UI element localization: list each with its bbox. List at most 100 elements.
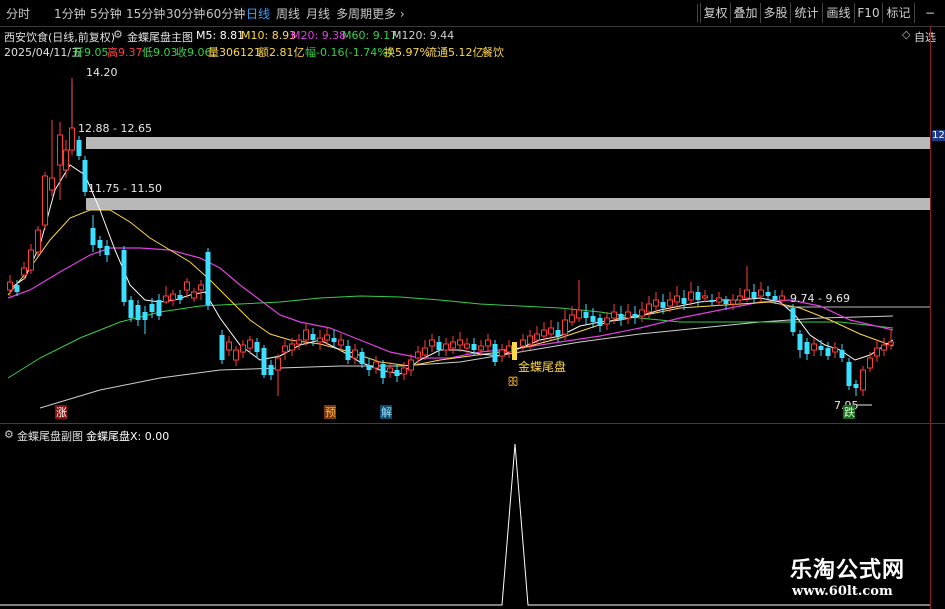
candle[interactable] (191, 288, 197, 302)
candle[interactable] (737, 288, 743, 306)
candle[interactable] (135, 300, 141, 326)
candle[interactable] (42, 172, 48, 230)
candle[interactable] (457, 332, 463, 352)
candle[interactable] (632, 306, 638, 324)
tab-1min[interactable]: 1分钟 (54, 5, 86, 22)
candle[interactable] (282, 340, 288, 360)
candle[interactable] (499, 344, 505, 362)
candle[interactable] (142, 306, 148, 334)
overlay-button[interactable]: 叠加 (730, 3, 760, 23)
candle[interactable] (275, 354, 281, 396)
candle[interactable] (345, 340, 351, 364)
candle[interactable] (818, 340, 824, 356)
f10-button[interactable]: F10 (854, 3, 882, 23)
candle[interactable] (804, 338, 810, 360)
candle[interactable] (702, 290, 708, 302)
candle[interactable] (846, 358, 852, 390)
candle[interactable] (867, 352, 873, 372)
candle[interactable] (576, 280, 582, 322)
candle[interactable] (639, 302, 645, 322)
candle[interactable] (261, 345, 267, 378)
candle[interactable] (90, 215, 96, 252)
candle[interactable] (436, 336, 442, 356)
candle[interactable] (832, 342, 838, 358)
tab-5min[interactable]: 5分钟 (90, 5, 122, 22)
candle[interactable] (860, 366, 866, 396)
candle[interactable] (156, 294, 162, 320)
draw-line-button[interactable]: 画线 (822, 3, 854, 23)
candle[interactable] (583, 304, 589, 324)
candle[interactable] (7, 275, 13, 296)
candle[interactable] (233, 346, 239, 366)
candle[interactable] (57, 122, 63, 200)
candle[interactable] (387, 362, 393, 378)
statistics-button[interactable]: 统计 (790, 3, 822, 23)
candle[interactable] (751, 284, 757, 304)
candle[interactable] (681, 290, 687, 310)
candle[interactable] (352, 344, 358, 364)
candle[interactable] (811, 338, 817, 356)
multi-stock-button[interactable]: 多股 (760, 3, 790, 23)
candle[interactable] (485, 334, 491, 352)
candle[interactable] (219, 330, 225, 364)
candle[interactable] (716, 292, 722, 306)
main-kline-chart[interactable]: 14.20 12.88 - 12.65 11.75 - 11.50 9.74 -… (0, 26, 930, 423)
candle[interactable] (853, 380, 859, 396)
candle[interactable] (63, 140, 69, 178)
candle[interactable] (317, 330, 323, 350)
candle[interactable] (198, 280, 204, 300)
candle[interactable] (429, 334, 435, 352)
tab-60min[interactable]: 60分钟 (206, 5, 245, 22)
minimize-button[interactable]: − (914, 3, 945, 23)
candle[interactable] (28, 244, 34, 274)
candle[interactable] (534, 326, 540, 346)
candle[interactable] (709, 294, 715, 306)
candle[interactable] (49, 120, 55, 196)
candle[interactable] (874, 340, 880, 362)
candle[interactable] (825, 342, 831, 360)
candle[interactable] (380, 360, 386, 384)
candle[interactable] (268, 360, 274, 380)
candle[interactable] (82, 156, 88, 196)
candle[interactable] (205, 248, 211, 310)
candle[interactable] (653, 292, 659, 312)
candle[interactable] (881, 338, 887, 356)
tab-15min[interactable]: 15分钟 (126, 5, 165, 22)
candle[interactable] (506, 340, 512, 358)
candle[interactable] (97, 236, 103, 256)
candle[interactable] (839, 344, 845, 362)
candle[interactable] (35, 226, 41, 256)
candle[interactable] (790, 304, 796, 336)
candle[interactable] (226, 336, 232, 356)
tab-day[interactable]: 日线 (246, 5, 270, 22)
tab-month[interactable]: 月线 (306, 5, 330, 22)
candle[interactable] (744, 266, 750, 302)
candle[interactable] (450, 336, 456, 354)
candle[interactable] (240, 340, 246, 358)
candle[interactable] (296, 334, 302, 350)
candle[interactable] (520, 334, 526, 352)
candle[interactable] (443, 338, 449, 356)
candle[interactable] (688, 282, 694, 306)
mark-button[interactable]: 标记 (882, 3, 914, 23)
candle[interactable] (597, 314, 603, 332)
candle[interactable] (394, 364, 400, 382)
candle[interactable] (331, 330, 337, 348)
candle[interactable] (177, 290, 183, 304)
candle[interactable] (324, 328, 330, 346)
candle[interactable] (128, 296, 134, 322)
candle[interactable] (254, 338, 260, 358)
candle[interactable] (618, 306, 624, 326)
candle[interactable] (373, 356, 379, 374)
candle[interactable] (772, 290, 778, 304)
candle[interactable] (366, 358, 372, 376)
candle[interactable] (359, 348, 365, 368)
candle[interactable] (492, 340, 498, 366)
candle[interactable] (674, 286, 680, 308)
restore-rights-button[interactable]: 复权 (700, 3, 730, 23)
candle[interactable] (415, 346, 421, 364)
candle[interactable] (170, 290, 176, 306)
tab-30min[interactable]: 30分钟 (166, 5, 205, 22)
candle[interactable] (797, 330, 803, 358)
candle[interactable] (625, 304, 631, 324)
